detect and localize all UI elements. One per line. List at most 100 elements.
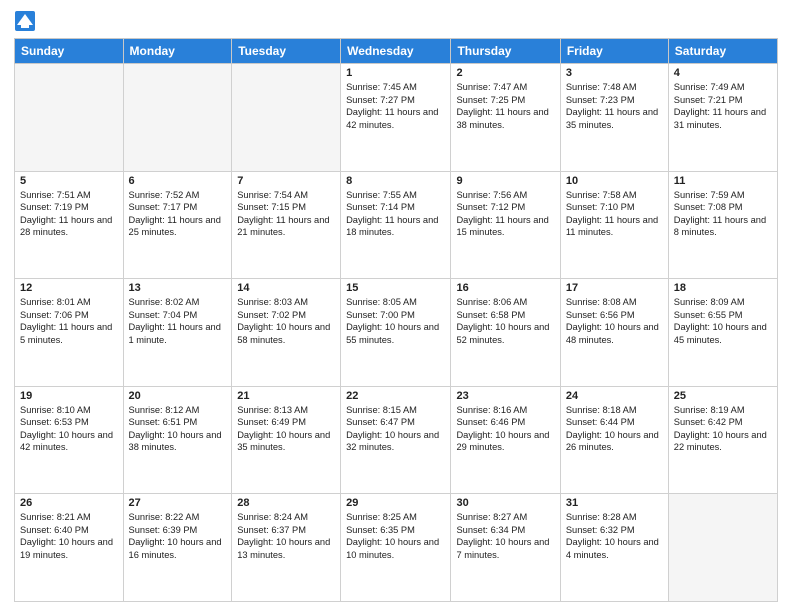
day-info: Sunrise: 8:21 AM Sunset: 6:40 PM Dayligh… (20, 511, 118, 561)
calendar-cell: 19 Sunrise: 8:10 AM Sunset: 6:53 PM Dayli… (15, 386, 124, 494)
week-row-1: 5 Sunrise: 7:51 AM Sunset: 7:19 PM Daylig… (15, 171, 778, 279)
calendar-cell (232, 64, 341, 172)
day-number: 31 (566, 497, 663, 509)
calendar-cell: 30 Sunrise: 8:27 AM Sunset: 6:34 PM Dayli… (451, 494, 560, 602)
day-number: 22 (346, 390, 445, 402)
calendar-cell: 26Sunrise: 8:21 AM Sunset: 6:40 PM Dayli… (15, 494, 124, 602)
day-info: Sunrise: 7:59 AM Sunset: 7:08 PM Dayligh… (674, 189, 772, 239)
calendar-cell: 11 Sunrise: 7:59 AM Sunset: 7:08 PM Dayli… (668, 171, 777, 279)
weekday-header-wednesday: Wednesday (341, 39, 451, 64)
calendar-cell: 15 Sunrise: 8:05 AM Sunset: 7:00 PM Dayli… (341, 279, 451, 387)
day-info: Sunrise: 8:19 AM Sunset: 6:42 PM Dayligh… (674, 404, 772, 454)
day-info: Sunrise: 7:51 AM Sunset: 7:19 PM Dayligh… (20, 189, 118, 239)
day-info: Sunrise: 8:09 AM Sunset: 6:55 PM Dayligh… (674, 296, 772, 346)
week-row-3: 19 Sunrise: 8:10 AM Sunset: 6:53 PM Dayli… (15, 386, 778, 494)
day-number: 21 (237, 390, 335, 402)
weekday-header-friday: Friday (560, 39, 668, 64)
calendar-cell (15, 64, 124, 172)
day-info: Sunrise: 8:12 AM Sunset: 6:51 PM Dayligh… (129, 404, 227, 454)
day-number: 11 (674, 175, 772, 187)
calendar-cell: 3 Sunrise: 7:48 AM Sunset: 7:23 PM Daylig… (560, 64, 668, 172)
calendar-cell: 28Sunrise: 8:24 AM Sunset: 6:37 PM Dayli… (232, 494, 341, 602)
logo (14, 10, 40, 32)
day-info: Sunrise: 8:10 AM Sunset: 6:53 PM Dayligh… (20, 404, 118, 454)
calendar-cell: 22 Sunrise: 8:15 AM Sunset: 6:47 PM Dayli… (341, 386, 451, 494)
calendar-cell: 10 Sunrise: 7:58 AM Sunset: 7:10 PM Dayli… (560, 171, 668, 279)
day-number: 10 (566, 175, 663, 187)
week-row-0: 1 Sunrise: 7:45 AM Sunset: 7:27 PM Daylig… (15, 64, 778, 172)
day-number: 30 (456, 497, 554, 509)
day-number: 4 (674, 67, 772, 79)
header (14, 10, 778, 32)
day-number: 13 (129, 282, 227, 294)
calendar-cell: 9Sunrise: 7:56 AM Sunset: 7:12 PM Daylig… (451, 171, 560, 279)
day-number: 25 (674, 390, 772, 402)
day-number: 12 (20, 282, 118, 294)
day-number: 14 (237, 282, 335, 294)
day-number: 16 (456, 282, 554, 294)
calendar-cell: 20 Sunrise: 8:12 AM Sunset: 6:51 PM Dayli… (123, 386, 232, 494)
day-number: 2 (456, 67, 554, 79)
page: SundayMondayTuesdayWednesdayThursdayFrid… (0, 0, 792, 612)
day-info: Sunrise: 7:48 AM Sunset: 7:23 PM Dayligh… (566, 81, 663, 131)
calendar-cell: 31 Sunrise: 8:28 AM Sunset: 6:32 PM Dayli… (560, 494, 668, 602)
calendar-cell: 16 Sunrise: 8:06 AM Sunset: 6:58 PM Dayli… (451, 279, 560, 387)
week-row-2: 12 Sunrise: 8:01 AM Sunset: 7:06 PM Dayli… (15, 279, 778, 387)
day-info: Sunrise: 8:02 AM Sunset: 7:04 PM Dayligh… (129, 296, 227, 346)
day-info: Sunrise: 7:55 AM Sunset: 7:14 PM Dayligh… (346, 189, 445, 239)
logo-icon (14, 10, 36, 32)
day-number: 7 (237, 175, 335, 187)
week-row-4: 26Sunrise: 8:21 AM Sunset: 6:40 PM Dayli… (15, 494, 778, 602)
day-number: 1 (346, 67, 445, 79)
day-info: Sunrise: 7:49 AM Sunset: 7:21 PM Dayligh… (674, 81, 772, 131)
calendar-cell: 1 Sunrise: 7:45 AM Sunset: 7:27 PM Daylig… (341, 64, 451, 172)
calendar-cell: 8Sunrise: 7:55 AM Sunset: 7:14 PM Daylig… (341, 171, 451, 279)
day-info: Sunrise: 8:18 AM Sunset: 6:44 PM Dayligh… (566, 404, 663, 454)
day-info: Sunrise: 8:28 AM Sunset: 6:32 PM Dayligh… (566, 511, 663, 561)
weekday-header-saturday: Saturday (668, 39, 777, 64)
day-info: Sunrise: 8:16 AM Sunset: 6:46 PM Dayligh… (456, 404, 554, 454)
day-info: Sunrise: 8:05 AM Sunset: 7:00 PM Dayligh… (346, 296, 445, 346)
day-info: Sunrise: 8:06 AM Sunset: 6:58 PM Dayligh… (456, 296, 554, 346)
weekday-header-row: SundayMondayTuesdayWednesdayThursdayFrid… (15, 39, 778, 64)
calendar-cell: 18Sunrise: 8:09 AM Sunset: 6:55 PM Dayli… (668, 279, 777, 387)
weekday-header-monday: Monday (123, 39, 232, 64)
day-info: Sunrise: 8:01 AM Sunset: 7:06 PM Dayligh… (20, 296, 118, 346)
day-info: Sunrise: 8:15 AM Sunset: 6:47 PM Dayligh… (346, 404, 445, 454)
day-info: Sunrise: 7:54 AM Sunset: 7:15 PM Dayligh… (237, 189, 335, 239)
calendar-cell: 12 Sunrise: 8:01 AM Sunset: 7:06 PM Dayli… (15, 279, 124, 387)
day-info: Sunrise: 7:47 AM Sunset: 7:25 PM Dayligh… (456, 81, 554, 131)
calendar-cell: 17 Sunrise: 8:08 AM Sunset: 6:56 PM Dayli… (560, 279, 668, 387)
calendar: SundayMondayTuesdayWednesdayThursdayFrid… (14, 38, 778, 602)
weekday-header-tuesday: Tuesday (232, 39, 341, 64)
day-info: Sunrise: 7:45 AM Sunset: 7:27 PM Dayligh… (346, 81, 445, 131)
day-info: Sunrise: 7:58 AM Sunset: 7:10 PM Dayligh… (566, 189, 663, 239)
calendar-cell (123, 64, 232, 172)
day-number: 5 (20, 175, 118, 187)
day-info: Sunrise: 7:52 AM Sunset: 7:17 PM Dayligh… (129, 189, 227, 239)
calendar-cell: 13 Sunrise: 8:02 AM Sunset: 7:04 PM Dayli… (123, 279, 232, 387)
calendar-cell: 25 Sunrise: 8:19 AM Sunset: 6:42 PM Dayli… (668, 386, 777, 494)
weekday-header-sunday: Sunday (15, 39, 124, 64)
day-number: 19 (20, 390, 118, 402)
weekday-header-thursday: Thursday (451, 39, 560, 64)
day-info: Sunrise: 7:56 AM Sunset: 7:12 PM Dayligh… (456, 189, 554, 239)
calendar-cell: 27Sunrise: 8:22 AM Sunset: 6:39 PM Dayli… (123, 494, 232, 602)
day-number: 28 (237, 497, 335, 509)
day-number: 27 (129, 497, 227, 509)
day-number: 29 (346, 497, 445, 509)
day-info: Sunrise: 8:08 AM Sunset: 6:56 PM Dayligh… (566, 296, 663, 346)
calendar-cell: 5 Sunrise: 7:51 AM Sunset: 7:19 PM Daylig… (15, 171, 124, 279)
day-info: Sunrise: 8:25 AM Sunset: 6:35 PM Dayligh… (346, 511, 445, 561)
calendar-cell: 6Sunrise: 7:52 AM Sunset: 7:17 PM Daylig… (123, 171, 232, 279)
day-number: 17 (566, 282, 663, 294)
calendar-cell: 2 Sunrise: 7:47 AM Sunset: 7:25 PM Daylig… (451, 64, 560, 172)
day-number: 20 (129, 390, 227, 402)
day-number: 3 (566, 67, 663, 79)
day-number: 15 (346, 282, 445, 294)
calendar-cell: 24 Sunrise: 8:18 AM Sunset: 6:44 PM Dayli… (560, 386, 668, 494)
calendar-cell: 21Sunrise: 8:13 AM Sunset: 6:49 PM Dayli… (232, 386, 341, 494)
day-number: 24 (566, 390, 663, 402)
day-info: Sunrise: 8:27 AM Sunset: 6:34 PM Dayligh… (456, 511, 554, 561)
day-info: Sunrise: 8:03 AM Sunset: 7:02 PM Dayligh… (237, 296, 335, 346)
